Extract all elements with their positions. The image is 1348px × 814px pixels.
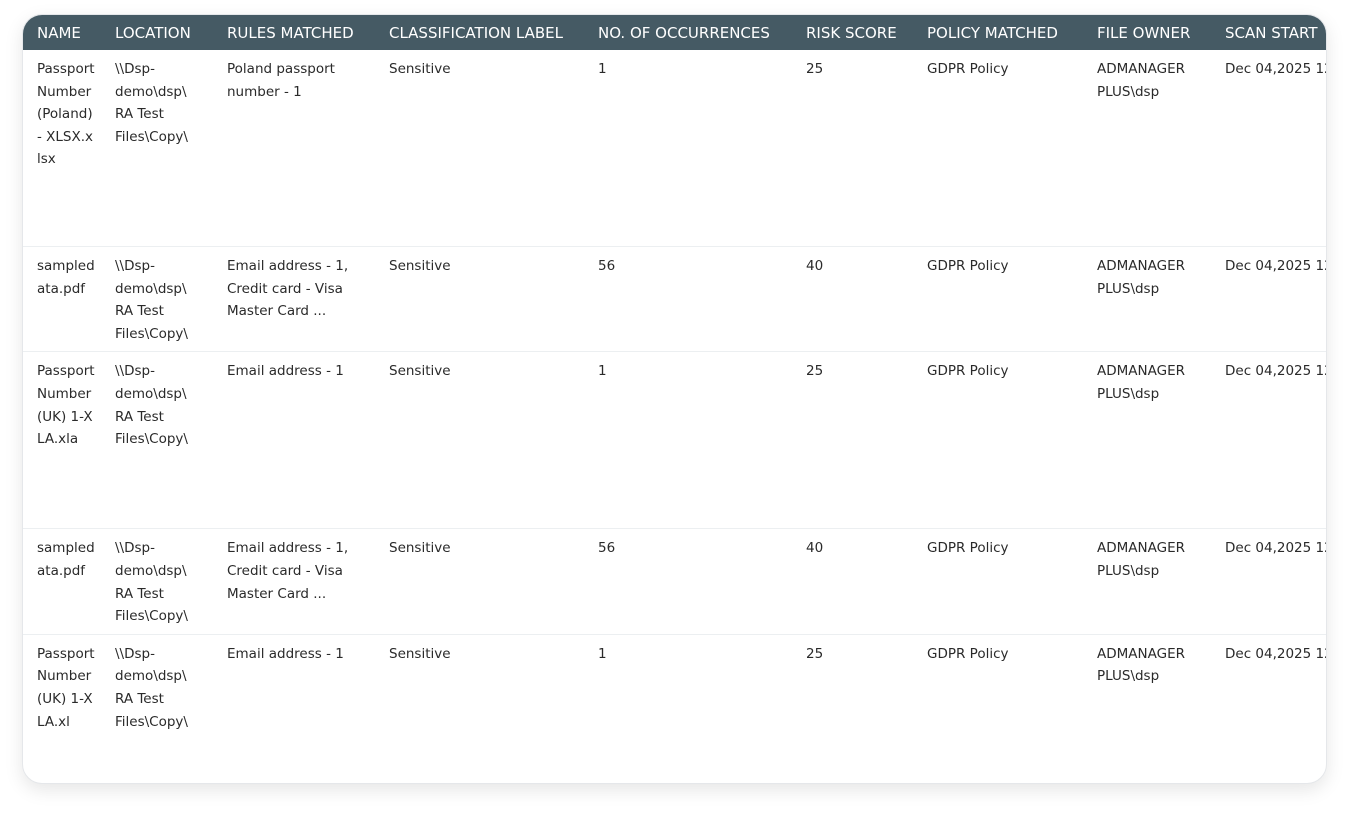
cell-location: \\Dsp-demo\dsp\ RA Test Files\Copy\	[115, 645, 188, 730]
cell-occurrences: 1	[598, 363, 607, 380]
cell-policy-matched: GDPR Policy	[927, 258, 1009, 274]
table-row[interactable]: Passport Number (Poland) - XLSX.xlsx \\D…	[23, 50, 1326, 247]
table-row[interactable]: sampledata.pdf \\Dsp-demo\dsp\ RA Test F…	[23, 529, 1326, 635]
column-header-scan-start[interactable]: SCAN START	[1211, 15, 1326, 50]
column-header-classification-label[interactable]: CLASSIFICATION LABEL	[375, 15, 584, 50]
column-header-policy-matched[interactable]: POLICY MATCHED	[913, 15, 1083, 50]
cell-name[interactable]: sampledata.pdf	[23, 247, 101, 352]
column-header-location[interactable]: LOCATION	[101, 15, 213, 50]
cell-classification-label: Sensitive	[389, 363, 451, 380]
cell-occurrences: 56	[598, 258, 616, 274]
column-header-rules-matched[interactable]: RULES MATCHED	[213, 15, 375, 50]
cell-policy-matched: GDPR Policy	[927, 540, 1009, 557]
cell-classification-label: Sensitive	[389, 540, 451, 557]
cell-name[interactable]: Passport Number (UK) 1-XLA.xl	[23, 634, 101, 783]
table-row[interactable]: sampledata.pdf \\Dsp-demo\dsp\ RA Test F…	[23, 247, 1326, 352]
cell-name[interactable]: Passport Number (UK) 1-XLA.xla	[23, 352, 101, 529]
cell-location: \\Dsp-demo\dsp\ RA Test Files\Copy\	[115, 363, 188, 448]
cell-rules-matched: Email address - 1, Credit card - Visa Ma…	[227, 540, 349, 602]
cell-risk-score: 25	[806, 61, 824, 77]
cell-location: \\Dsp-demo\dsp\ RA Test Files\Copy\	[115, 61, 188, 145]
column-header-name[interactable]: NAME	[23, 15, 101, 50]
cell-classification-label: Sensitive	[389, 258, 451, 274]
cell-policy-matched: GDPR Policy	[927, 61, 1009, 77]
cell-scan-start: Dec 04,2025 12 AM	[1225, 540, 1326, 557]
cell-risk-score: 25	[806, 645, 824, 662]
cell-scan-start: Dec 04,2025 12 AM	[1225, 258, 1326, 274]
cell-rules-matched: Email address - 1, Credit card - Visa Ma…	[227, 258, 349, 320]
cell-rules-matched: Poland passport number - 1	[227, 61, 335, 100]
report-table-card: NAME LOCATION RULES MATCHED CLASSIFICATI…	[22, 14, 1327, 784]
table-header-row: NAME LOCATION RULES MATCHED CLASSIFICATI…	[23, 15, 1326, 50]
column-header-occurrences[interactable]: NO. OF OCCURRENCES	[584, 15, 792, 50]
cell-rules-matched: Email address - 1	[227, 363, 344, 380]
cell-location: \\Dsp-demo\dsp\ RA Test Files\Copy\	[115, 258, 188, 342]
cell-occurrences: 56	[598, 540, 616, 557]
cell-occurrences: 1	[598, 645, 607, 662]
cell-classification-label: Sensitive	[389, 61, 451, 77]
cell-occurrences: 1	[598, 61, 607, 77]
cell-risk-score: 40	[806, 258, 824, 274]
cell-file-owner: ADMANAGER PLUS\dsp	[1097, 540, 1185, 579]
table-row[interactable]: Passport Number (UK) 1-XLA.xla \\Dsp-dem…	[23, 352, 1326, 529]
column-header-file-owner[interactable]: FILE OWNER	[1083, 15, 1211, 50]
cell-scan-start: Dec 04,2025 12 AM	[1225, 363, 1326, 380]
table-row[interactable]: Passport Number (UK) 1-XLA.xl \\Dsp-demo…	[23, 634, 1326, 783]
data-table: NAME LOCATION RULES MATCHED CLASSIFICATI…	[23, 15, 1326, 783]
cell-scan-start: Dec 04,2025 12 AM	[1225, 61, 1326, 77]
cell-risk-score: 40	[806, 540, 824, 557]
cell-policy-matched: GDPR Policy	[927, 645, 1009, 662]
cell-file-owner: ADMANAGER PLUS\dsp	[1097, 645, 1185, 685]
cell-name[interactable]: Passport Number (Poland) - XLSX.xlsx	[23, 50, 101, 247]
cell-file-owner: ADMANAGER PLUS\dsp	[1097, 61, 1185, 100]
cell-rules-matched: Email address - 1	[227, 645, 344, 662]
cell-risk-score: 25	[806, 363, 824, 380]
cell-file-owner: ADMANAGER PLUS\dsp	[1097, 258, 1185, 297]
cell-classification-label: Sensitive	[389, 645, 451, 662]
cell-scan-start: Dec 04,2025 12 AM	[1225, 645, 1326, 662]
cell-location: \\Dsp-demo\dsp\ RA Test Files\Copy\	[115, 540, 188, 625]
cell-name[interactable]: sampledata.pdf	[23, 529, 101, 634]
cell-file-owner: ADMANAGER PLUS\dsp	[1097, 363, 1185, 402]
column-header-risk-score[interactable]: RISK SCORE	[792, 15, 913, 50]
cell-policy-matched: GDPR Policy	[927, 363, 1009, 380]
